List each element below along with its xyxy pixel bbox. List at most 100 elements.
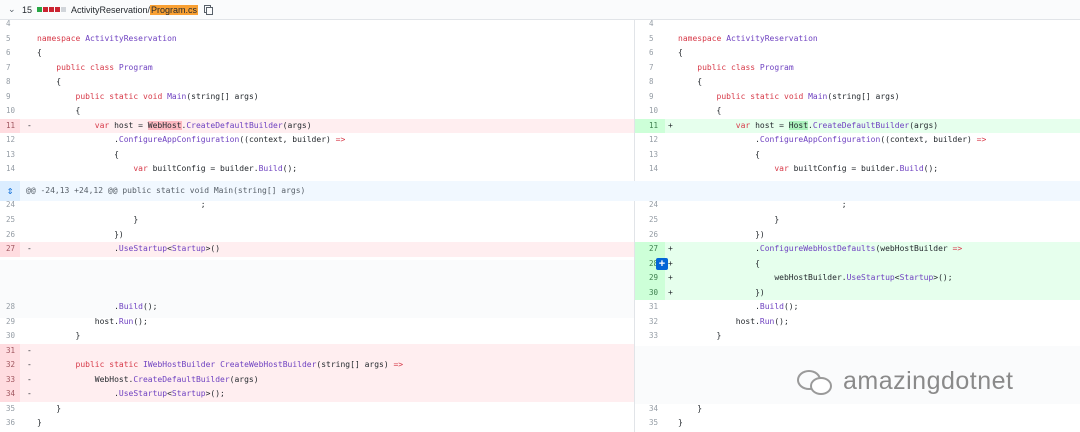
line-number[interactable]: 13 [635,148,665,163]
diff-line[interactable]: 9 public static void Main(string[] args) [635,90,1080,105]
line-number[interactable]: 25 [0,213,20,228]
line-number[interactable]: 32 [0,358,20,373]
diff-line[interactable]: 32 host.Run(); [635,315,1080,330]
diff-left-pane: 4 5 namespace ActivityReservation 6{7 publi… [0,17,635,432]
diff-line[interactable]: 33 } [635,329,1080,344]
diff-line[interactable]: 31- [0,343,634,358]
line-number[interactable]: 4 [0,17,20,32]
line-number[interactable]: 27 [635,242,665,257]
diff-line[interactable]: 12 .ConfigureAppConfiguration((context, … [635,133,1080,148]
line-number[interactable]: 30 [0,329,20,344]
line-number[interactable]: 31 [0,343,20,358]
diff-line[interactable]: 13 { [0,148,634,163]
diff-line[interactable]: 25 } [0,213,634,228]
diff-line[interactable]: 14 var builtConfig = builder.Build(); [0,162,634,177]
line-number[interactable]: 29 [635,271,665,286]
line-number[interactable]: 7 [0,61,20,76]
diff-line[interactable]: 4 [0,17,634,32]
line-number[interactable]: 14 [0,162,20,177]
line-number[interactable]: 26 [635,228,665,243]
diff-line[interactable]: 11- var host = WebHost.CreateDefaultBuil… [0,118,634,133]
code-text: { [37,106,81,115]
diff-line[interactable]: 4 [635,17,1080,32]
code-text: { [678,106,722,115]
diff-line[interactable]: 5 namespace ActivityReservation [635,32,1080,47]
diff-line[interactable]: 5 namespace ActivityReservation [0,32,634,47]
line-number[interactable]: 12 [635,133,665,148]
diff-line[interactable]: 29 host.Run(); [0,315,634,330]
diff-line[interactable]: 25 } [635,213,1080,228]
add-comment-button[interactable]: + [656,258,668,270]
line-number[interactable]: 33 [635,329,665,344]
line-number[interactable]: 11 [0,118,20,133]
line-number[interactable]: 9 [635,90,665,105]
diff-line[interactable]: 26 }) [0,228,634,243]
diff-line[interactable]: 33- WebHost.CreateDefaultBuilder(args) [0,372,634,387]
line-number[interactable]: 27 [0,242,20,257]
diff-line[interactable]: 10 { [0,104,634,119]
diff-line[interactable]: 32- public static IWebHostBuilder Create… [0,358,634,373]
diff-line[interactable]: 6{ [0,46,634,61]
diff-line[interactable]: 31 .Build(); [635,300,1080,315]
diff-line[interactable]: 8 { [0,75,634,90]
diff-line[interactable]: 26 }) [635,228,1080,243]
diff-line[interactable]: 7 public class Program [0,61,634,76]
diff-line[interactable]: 27 + .ConfigureWebHostDefaults(webHostBui… [635,242,1080,257]
diff-line[interactable]: 28 + { [635,256,1080,271]
diff-line[interactable]: 30 } [0,329,634,344]
line-number[interactable]: 10 [635,104,665,119]
diff-line[interactable]: 35 } [0,402,634,417]
line-number[interactable]: 11 [635,118,665,133]
diff-line[interactable]: 35} [635,416,1080,431]
diff-line[interactable]: 8 { [635,75,1080,90]
code-text: .UseStartup<Startup>() [37,244,221,253]
diff-line[interactable]: 13 { [635,148,1080,163]
diff-line[interactable]: 27- .UseStartup<Startup>() [0,242,634,257]
line-number[interactable]: 4 [635,17,665,32]
line-number[interactable]: 10 [0,104,20,119]
line-number[interactable]: 14 [635,162,665,177]
copy-icon[interactable] [204,5,214,15]
expand-icon[interactable]: ⇕ [0,181,20,201]
line-number[interactable]: 13 [0,148,20,163]
diff-marker: - [27,244,32,253]
diff-line[interactable]: 34 } [635,402,1080,417]
diff-line[interactable]: 36} [0,416,634,431]
line-number[interactable]: 33 [0,372,20,387]
diff-line[interactable]: 12 .ConfigureAppConfiguration((context, … [0,133,634,148]
diff-line[interactable]: 10 { [635,104,1080,119]
diff-line[interactable]: 7 public class Program [635,61,1080,76]
line-number[interactable]: 35 [635,416,665,431]
diff-line[interactable]: 11 + var host = Host.CreateDefaultBuilder… [635,118,1080,133]
line-number[interactable]: 5 [0,32,20,47]
line-number[interactable]: 34 [0,387,20,402]
diff-line[interactable]: 9 public static void Main(string[] args) [0,90,634,105]
file-path[interactable]: ActivityReservation/Program.cs [71,4,199,15]
line-number[interactable]: 6 [635,46,665,61]
line-number[interactable]: 28 [0,300,20,315]
line-number[interactable]: 36 [0,416,20,431]
diff-line[interactable]: 29 + webHostBuilder.UseStartup<Startup>()… [635,271,1080,286]
diffstat-block [61,7,67,12]
line-number[interactable]: 7 [635,61,665,76]
line-number[interactable]: 29 [0,315,20,330]
diff-line[interactable]: 34- .UseStartup<Startup>(); [0,387,634,402]
diff-line[interactable]: 6{ [635,46,1080,61]
line-number[interactable]: 8 [0,75,20,90]
line-number[interactable]: 12 [0,133,20,148]
line-number[interactable]: 5 [635,32,665,47]
diff-line[interactable]: 30 + }) [635,285,1080,300]
line-number[interactable]: 31 [635,300,665,315]
line-number[interactable]: 32 [635,315,665,330]
line-number[interactable]: 35 [0,402,20,417]
line-number[interactable]: 30 [635,285,665,300]
line-number[interactable]: 8 [635,75,665,90]
diff-line[interactable]: 14 var builtConfig = builder.Build(); [635,162,1080,177]
line-number[interactable]: 25 [635,213,665,228]
line-number[interactable]: 6 [0,46,20,61]
diff-line[interactable]: 28 .Build(); [0,300,634,315]
line-number[interactable]: 34 [635,402,665,417]
line-number[interactable]: 9 [0,90,20,105]
chevron-down-icon[interactable]: ⌄ [8,5,18,14]
line-number[interactable]: 26 [0,228,20,243]
